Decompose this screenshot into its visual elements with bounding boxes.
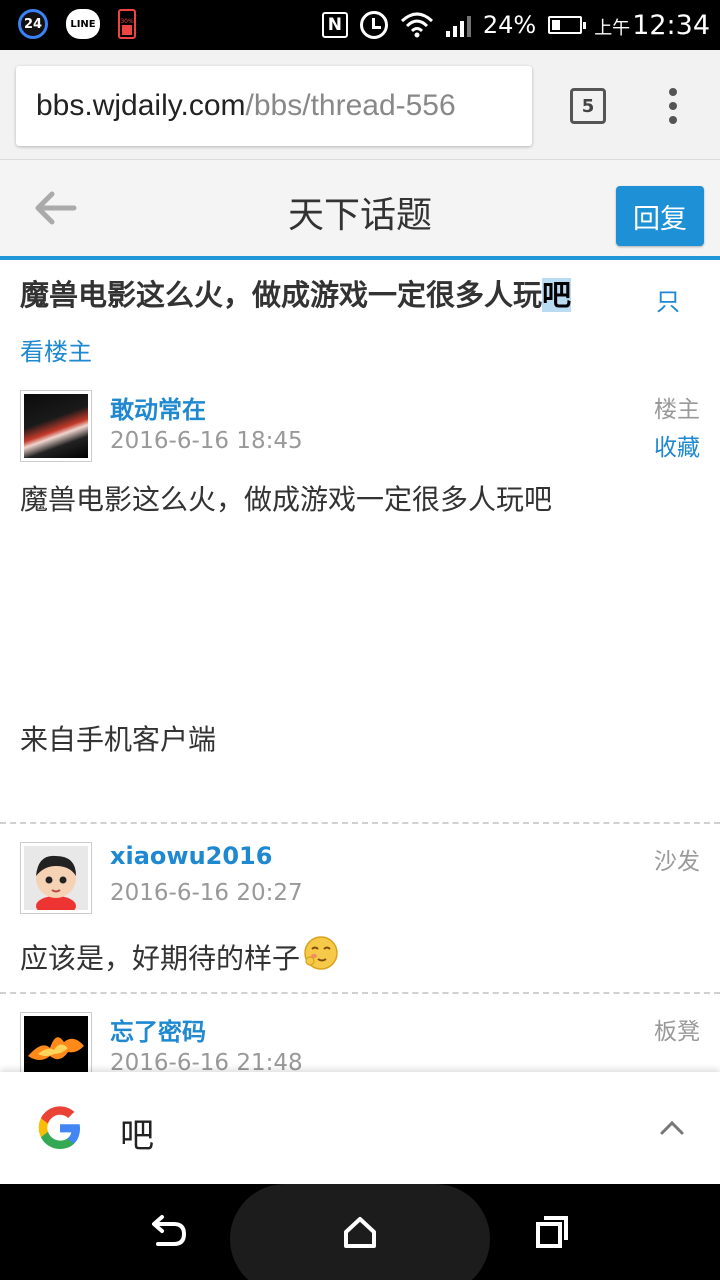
page-title: 天下话题 bbox=[287, 195, 432, 236]
status-bar: 24 LINE 30% N 24% 上午 12:34 bbox=[0, 0, 720, 50]
url-path: /bbs/thread-556 bbox=[245, 89, 456, 122]
post-time: 2016-6-16 18:45 bbox=[110, 428, 303, 454]
home-icon[interactable] bbox=[334, 1206, 386, 1258]
post-floor-label: 板凳 bbox=[654, 1019, 700, 1045]
post-floor-label: 沙发 bbox=[654, 849, 700, 875]
post-divider bbox=[0, 822, 720, 824]
search-query: 吧 bbox=[120, 1116, 154, 1156]
cartoon-boy-avatar-icon bbox=[24, 846, 88, 910]
post-author[interactable]: 忘了密码 bbox=[110, 1012, 206, 1047]
back-icon[interactable] bbox=[142, 1206, 194, 1258]
post-time: 2016-6-16 20:27 bbox=[110, 880, 303, 906]
post-floor-label: 楼主 bbox=[654, 397, 700, 423]
reply-button[interactable]: 回复 bbox=[616, 186, 704, 246]
nfc-icon: N bbox=[321, 12, 348, 38]
google-logo-icon bbox=[38, 1106, 80, 1149]
url-field[interactable]: bbs.wjdaily.com/bbs/thread-556 bbox=[16, 66, 532, 146]
clock: 上午 12:34 bbox=[594, 10, 710, 41]
battery-saver-label: 30% bbox=[120, 18, 134, 25]
thread-title-text: 魔兽电影这么火，做成游戏一定很多人玩 bbox=[20, 278, 543, 312]
system-icons: N 24% 上午 12:34 bbox=[321, 8, 710, 42]
avatar[interactable] bbox=[20, 842, 92, 914]
battery-percent: 24% bbox=[482, 11, 537, 39]
post-content: 魔兽电影这么火，做成游戏一定很多人玩吧 bbox=[20, 483, 553, 516]
post-divider bbox=[0, 992, 720, 994]
clock-time: 12:34 bbox=[632, 9, 710, 41]
post-author[interactable]: xiaowu2016 bbox=[110, 842, 272, 870]
alarm-icon bbox=[359, 11, 388, 39]
page-header: 天下话题 回复 bbox=[0, 160, 720, 260]
chevron-up-icon[interactable] bbox=[654, 1110, 690, 1146]
google-search-bar[interactable]: 吧 bbox=[0, 1072, 720, 1184]
favorite-link[interactable]: 收藏 bbox=[654, 428, 700, 462]
only-op-link-part1[interactable]: 只 bbox=[656, 282, 680, 317]
battery-saver-icon: 30% bbox=[118, 9, 136, 39]
signal-icon bbox=[445, 13, 471, 37]
browser-toolbar: bbs.wjdaily.com/bbs/thread-556 5 bbox=[0, 50, 720, 160]
battery-icon bbox=[548, 16, 587, 34]
back-arrow-icon[interactable] bbox=[30, 186, 80, 230]
post-content-row: 应该是，好期待的样子 bbox=[20, 934, 340, 977]
fire-avatar-icon bbox=[24, 1016, 88, 1080]
clock-prefix: 上午 bbox=[594, 17, 631, 39]
system-nav-bar bbox=[0, 1184, 720, 1280]
post-source-footer: 来自手机客户端 bbox=[20, 723, 217, 756]
url-host: bbs.wjdaily.com bbox=[36, 89, 246, 122]
avatar[interactable] bbox=[20, 390, 92, 462]
overflow-menu-icon[interactable] bbox=[658, 86, 688, 126]
notification-count-icon: 24 bbox=[18, 9, 48, 39]
tab-switcher-button[interactable]: 5 bbox=[570, 88, 606, 124]
recent-apps-icon[interactable] bbox=[526, 1206, 578, 1258]
line-app-icon: LINE bbox=[66, 9, 100, 39]
selected-text[interactable]: 吧 bbox=[542, 278, 572, 312]
only-op-link-part2[interactable]: 看楼主 bbox=[20, 332, 92, 367]
post-content: 应该是，好期待的样子 bbox=[20, 942, 301, 975]
notification-icons: 24 LINE 30% bbox=[18, 9, 136, 39]
shy-smile-emoji-icon bbox=[304, 936, 338, 970]
thread-title: 魔兽电影这么火，做成游戏一定很多人玩吧 bbox=[20, 272, 640, 318]
wifi-icon bbox=[400, 12, 433, 38]
post-author[interactable]: 敢动常在 bbox=[110, 390, 206, 425]
